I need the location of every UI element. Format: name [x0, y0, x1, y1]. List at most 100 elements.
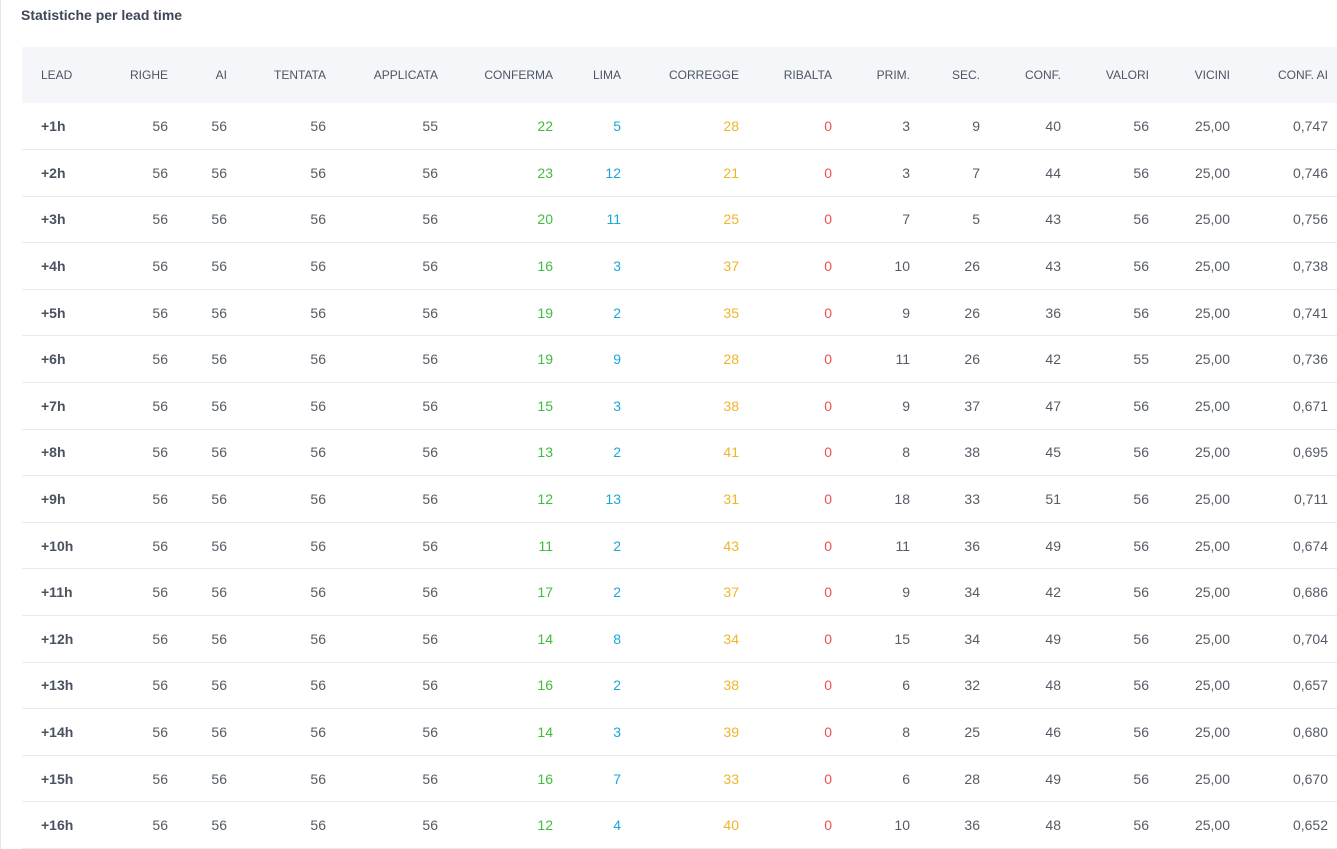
cell-prim: 11	[895, 351, 910, 368]
cell-conf: 48	[1045, 817, 1061, 834]
cell-vicini: 25,00	[1194, 630, 1230, 647]
cell-righe: 56	[152, 817, 168, 834]
cell-lead: +10h	[41, 537, 74, 554]
cell-righe: 56	[152, 304, 168, 321]
cell-righe: 56	[152, 351, 168, 368]
cell-lead: +15h	[41, 770, 74, 787]
table-row: +2h 56 56 56 56 23 12 21 0 3 7 44 56 25,00 0,746	[22, 150, 1337, 197]
cell-conferma: 16	[537, 770, 553, 787]
cell-lima: 9	[613, 351, 621, 368]
cell-vicini: 25,00	[1194, 211, 1230, 228]
cell-sec: 36	[964, 537, 980, 554]
cell-conferma: 15	[537, 397, 553, 414]
column-header-tentata: TENTATA	[274, 68, 326, 82]
cell-conferma: 12	[537, 817, 553, 834]
cell-prim: 8	[902, 444, 910, 461]
cell-tentata: 56	[310, 351, 326, 368]
cell-righe: 56	[152, 211, 168, 228]
cell-righe: 56	[152, 118, 168, 135]
column-header-prim: PRIM.	[876, 68, 910, 82]
cell-ai: 56	[211, 724, 227, 741]
cell-corregge: 37	[723, 258, 739, 275]
cell-vicini: 25,00	[1194, 817, 1230, 834]
cell-lima: 12	[605, 164, 621, 181]
table-row: +15h 56 56 56 56 16 7 33 0 6 28 49 56 25,00 0,670	[22, 755, 1337, 802]
cell-prim: 3	[902, 118, 910, 135]
cell-lead: +8h	[41, 444, 66, 461]
table-row: +8h 56 56 56 56 13 2 41 0 8 38 45 56 25,00 0,695	[22, 429, 1337, 476]
cell-conf-ai: 0,746	[1292, 164, 1328, 181]
cell-valori: 56	[1133, 677, 1149, 694]
cell-tentata: 56	[310, 164, 326, 181]
table-row: +13h 56 56 56 56 16 2 38 0 6 32 48 56 25,00 0,657	[22, 662, 1337, 709]
cell-conferma: 16	[537, 258, 553, 275]
lead-time-stats-table: LEAD RIGHE AI TENTATA APPLICATA CONFERMA LIMA C…	[22, 47, 1337, 849]
cell-lead: +9h	[41, 491, 66, 508]
panel-title: Statistiche per lead time	[21, 7, 183, 23]
cell-prim: 7	[902, 211, 910, 228]
cell-conf-ai: 0,704	[1292, 630, 1328, 647]
cell-lima: 11	[606, 211, 621, 228]
cell-valori: 56	[1133, 817, 1149, 834]
column-header-valori: VALORI	[1105, 68, 1149, 82]
column-header-righe: RIGHE	[129, 68, 168, 82]
cell-prim: 10	[894, 817, 910, 834]
cell-prim: 11	[895, 537, 910, 554]
cell-ai: 56	[211, 258, 227, 275]
cell-conferma: 12	[537, 491, 553, 508]
cell-lima: 4	[613, 817, 621, 834]
cell-applicata: 56	[422, 164, 438, 181]
cell-lead: +12h	[41, 630, 74, 647]
cell-ai: 56	[211, 677, 227, 694]
cell-valori: 56	[1133, 444, 1149, 461]
cell-tentata: 56	[310, 118, 326, 135]
cell-ribalta: 0	[824, 351, 832, 368]
cell-righe: 56	[152, 537, 168, 554]
cell-ribalta: 0	[824, 724, 832, 741]
cell-conferma: 14	[537, 724, 553, 741]
cell-lead: +2h	[41, 164, 66, 181]
cell-conferma: 17	[537, 584, 553, 601]
cell-tentata: 56	[310, 304, 326, 321]
cell-conferma: 13	[537, 444, 553, 461]
cell-prim: 10	[894, 258, 910, 275]
column-header-lead: LEAD	[41, 68, 73, 82]
cell-sec: 34	[964, 584, 980, 601]
cell-valori: 56	[1133, 724, 1149, 741]
cell-ai: 56	[211, 630, 227, 647]
cell-ribalta: 0	[824, 537, 832, 554]
header-row: LEAD RIGHE AI TENTATA APPLICATA CONFERMA LIMA C…	[22, 47, 1337, 103]
cell-vicini: 25,00	[1194, 724, 1230, 741]
cell-conf-ai: 0,652	[1292, 817, 1328, 834]
cell-conf: 42	[1045, 351, 1061, 368]
cell-ai: 56	[211, 118, 227, 135]
cell-tentata: 56	[310, 211, 326, 228]
table-row: +4h 56 56 56 56 16 3 37 0 10 26 43 56 25,00 0,738	[22, 243, 1337, 290]
cell-ai: 56	[211, 164, 227, 181]
cell-vicini: 25,00	[1194, 537, 1230, 554]
cell-righe: 56	[152, 770, 168, 787]
cell-applicata: 56	[422, 304, 438, 321]
cell-valori: 56	[1133, 211, 1149, 228]
column-header-ribalta: RIBALTA	[783, 68, 832, 82]
cell-vicini: 25,00	[1194, 444, 1230, 461]
column-header-corregge: CORREGGE	[668, 68, 739, 82]
cell-corregge: 28	[723, 118, 739, 135]
cell-sec: 26	[964, 258, 980, 275]
cell-conf: 48	[1045, 677, 1061, 694]
cell-vicini: 25,00	[1194, 118, 1230, 135]
cell-sec: 38	[964, 444, 980, 461]
cell-ribalta: 0	[824, 258, 832, 275]
cell-sec: 34	[964, 630, 980, 647]
cell-ai: 56	[211, 491, 227, 508]
cell-vicini: 25,00	[1194, 770, 1230, 787]
cell-righe: 56	[152, 584, 168, 601]
cell-corregge: 40	[723, 817, 739, 834]
cell-ribalta: 0	[824, 211, 832, 228]
cell-prim: 9	[902, 584, 910, 601]
cell-prim: 3	[902, 164, 910, 181]
cell-lima: 2	[613, 444, 621, 461]
table-body: +1h 56 56 56 55 22 5 28 0 3 9 40 56 25,00 0,747 +2h 56 56…	[22, 103, 1337, 849]
cell-conf: 46	[1045, 724, 1061, 741]
cell-lead: +4h	[41, 258, 66, 275]
